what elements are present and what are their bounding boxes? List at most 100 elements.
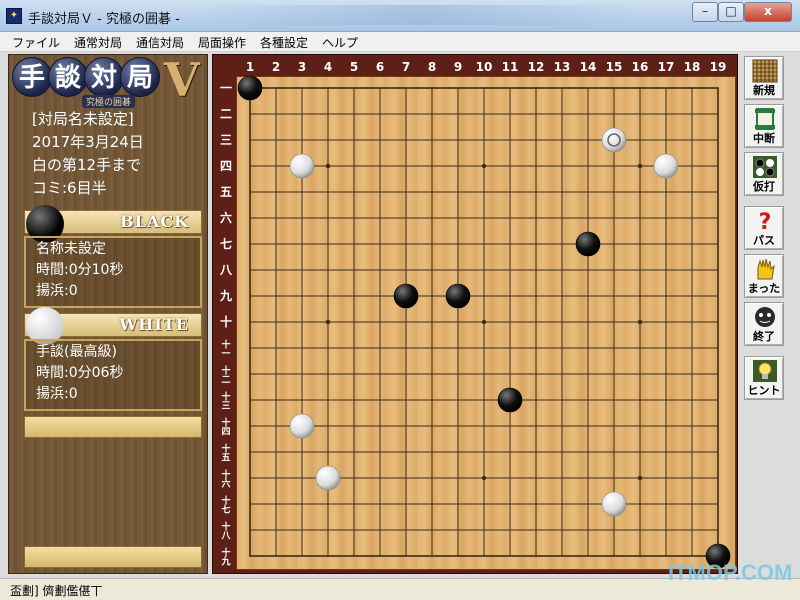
new-game-label: 新規 [753, 84, 775, 97]
row-label: 六 [220, 210, 232, 225]
col-label: 17 [658, 60, 675, 74]
white-label: WHITE [119, 315, 189, 334]
row-label: 九 [220, 556, 230, 568]
col-label: 7 [402, 60, 410, 74]
row-label: 七 [221, 504, 230, 516]
row-label: 五 [220, 185, 232, 199]
minimize-button[interactable]: – [692, 2, 718, 22]
end-game-button[interactable]: 終了 [744, 302, 784, 346]
row-label: 二 [220, 107, 232, 121]
scroll-icon [755, 108, 775, 130]
white-stone [289, 413, 315, 439]
star-point [481, 319, 487, 325]
undo-label: まった [747, 282, 781, 295]
hint-label: ヒント [747, 384, 781, 397]
game-title: [対局名未設定] [32, 110, 134, 128]
move-status: 白の第12手まで [32, 156, 142, 174]
white-stone [601, 127, 627, 153]
close-button[interactable]: x [744, 2, 792, 22]
menu-file[interactable]: ファイル [12, 34, 60, 51]
col-label: 19 [710, 60, 727, 74]
col-label: 2 [272, 60, 280, 74]
white-stone [315, 465, 341, 491]
star-point [637, 163, 643, 169]
black-name: 名称未設定 [36, 241, 106, 257]
title-blur-region [200, 5, 640, 25]
logo-char: 手 [12, 57, 52, 97]
row-label: 三 [221, 401, 230, 412]
pass-button[interactable]: ? パス [744, 206, 784, 250]
col-label: 18 [684, 60, 701, 74]
white-name: 手談(最高級) [36, 344, 117, 360]
white-captures: 揚浜:0 [36, 386, 78, 402]
logo-char: 対 [84, 57, 124, 97]
row-label: 七 [220, 237, 232, 251]
menu-position-ops[interactable]: 局面操作 [198, 34, 246, 51]
white-time: 時間:0分06秒 [36, 365, 124, 381]
status-text: 盃劃] 儕劃儖偡丅 [10, 584, 103, 598]
komi: コミ:6目半 [32, 179, 107, 197]
col-label: 16 [632, 60, 649, 74]
col-label: 12 [528, 60, 545, 74]
menu-settings[interactable]: 各種設定 [260, 34, 308, 51]
panel-strip-bottom [24, 546, 202, 568]
col-label: 14 [580, 60, 597, 74]
row-label: 四 [221, 427, 230, 438]
star-point [325, 319, 331, 325]
star-point [481, 475, 487, 481]
window-title: 手談対局Ｖ - 究極の囲碁 - [28, 12, 180, 27]
game-date: 2017年3月24日 [32, 133, 144, 151]
title-bar: ✦ 手談対局Ｖ - 究極の囲碁 - – □ x [0, 0, 800, 32]
col-label: 13 [554, 60, 571, 74]
star-point [325, 163, 331, 169]
svg-text:?: ? [759, 210, 772, 233]
black-stone [497, 387, 523, 413]
new-game-button[interactable]: 新規 [744, 56, 784, 100]
black-player-panel: 名称未設定 時間:0分10秒 揚浜:0 [24, 236, 202, 308]
suspend-button[interactable]: 中断 [744, 104, 784, 148]
game-info: [対局名未設定] 2017年3月24日 白の第12手まで コミ:6目半 [24, 108, 204, 203]
trial-move-button[interactable]: 仮打 [744, 152, 784, 196]
row-label: 一 [220, 81, 232, 95]
menu-help[interactable]: ヘルプ [322, 34, 358, 51]
grid-icon [752, 59, 778, 83]
hand-icon [757, 258, 775, 280]
pass-label: パス [753, 234, 775, 247]
col-label: 1 [246, 60, 254, 74]
face-icon [755, 307, 775, 327]
col-label: 5 [350, 60, 358, 74]
maximize-button[interactable]: □ [718, 2, 744, 22]
col-label: 4 [324, 60, 332, 74]
logo-version: V [164, 53, 200, 107]
black-time: 時間:0分10秒 [36, 262, 124, 278]
row-label: 八 [219, 263, 233, 277]
black-stone [445, 283, 471, 309]
logo-char: 局 [120, 57, 160, 97]
board-grid[interactable]: 1 2 3 4 5 6 7 8 9 10 11 12 13 14 15 16 17 18 19一二三四五六七八九十十… [212, 54, 738, 574]
undo-button[interactable]: まった [744, 254, 784, 298]
hint-button[interactable]: ヒント [744, 356, 784, 400]
toolbar: 新規 中断 仮打 ? パス まった 終了 ヒント [740, 54, 790, 402]
stones-icon [753, 156, 777, 178]
row-label: 五 [221, 453, 230, 464]
col-label: 9 [454, 60, 462, 74]
white-player-panel: 手談(最高級) 時間:0分06秒 揚浜:0 [24, 339, 202, 411]
trial-move-label: 仮打 [753, 180, 775, 193]
menu-network-game[interactable]: 通信対局 [136, 34, 184, 51]
menu-normal-game[interactable]: 通常対局 [74, 34, 122, 51]
black-stone [575, 231, 601, 257]
row-label: 二 [221, 376, 230, 386]
app-icon[interactable]: ✦ [6, 8, 22, 24]
logo-char: 談 [48, 57, 88, 97]
suspend-label: 中断 [753, 132, 775, 145]
row-label: 八 [220, 531, 231, 542]
menu-bar: ファイル 通常対局 通信対局 局面操作 各種設定 ヘルプ [0, 32, 800, 52]
col-label: 11 [502, 60, 519, 74]
black-captures: 揚浜:0 [36, 283, 78, 299]
col-label: 15 [606, 60, 623, 74]
black-stone [237, 75, 263, 101]
star-point [481, 163, 487, 169]
black-stone [393, 283, 419, 309]
row-label: 十 [220, 314, 232, 329]
app-logo: 手 談 対 局 V 究極の囲碁 [12, 53, 207, 108]
